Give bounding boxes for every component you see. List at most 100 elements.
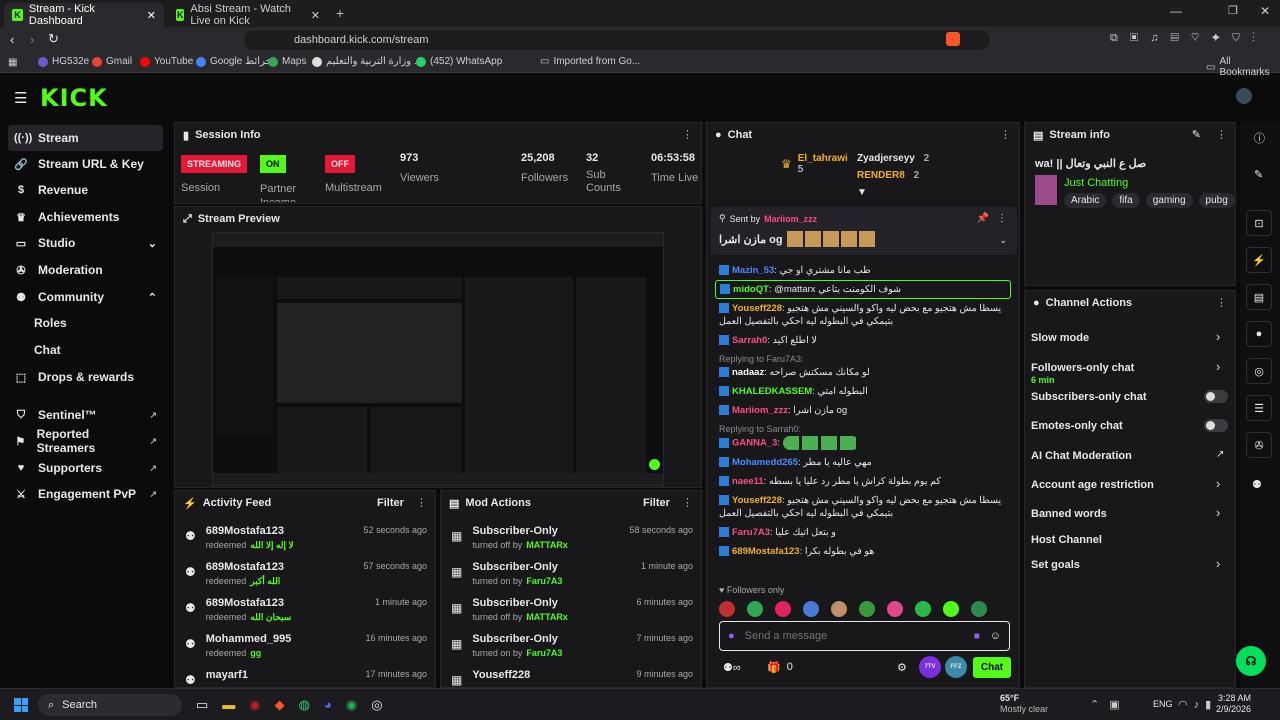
windows-start-icon[interactable] <box>14 698 28 712</box>
channel-action-account-age-restriction[interactable]: Account age restriction <box>1031 478 1221 498</box>
task-view-icon[interactable]: ▭ <box>196 697 208 713</box>
discord-icon[interactable]: ◕ <box>324 697 332 713</box>
7tv-button[interactable]: 7TV <box>919 656 941 678</box>
mod-user[interactable]: Faru7A3 <box>526 648 562 658</box>
weather-widget[interactable]: 65°F Mostly clear <box>982 693 1048 715</box>
sidebar-item-studio[interactable]: ▭ Studio ⌄ <box>8 230 163 256</box>
chat-username[interactable]: 689Mostafa123 <box>732 546 800 557</box>
settings-icon[interactable]: ⚙ <box>897 661 907 674</box>
chat-message[interactable]: midoQT: @mattarx شوف الكومنت بتاعي <box>715 280 1011 299</box>
info-icon[interactable]: ⓘ <box>1254 130 1265 146</box>
chat-username[interactable]: Youseff228 <box>732 495 782 506</box>
emote-icon[interactable] <box>719 601 735 617</box>
emoji-icon[interactable]: ☺ <box>990 630 1001 642</box>
activity-row[interactable]: ⚉ 689Mostafa123 redeemed الله أكبر 57 second… <box>175 555 435 591</box>
sidebar-item-stream[interactable]: ((·)) Stream <box>8 125 163 151</box>
activity-user[interactable]: 689Mostafa123 <box>206 525 294 537</box>
more-options-icon[interactable]: ⋮ <box>1000 128 1011 141</box>
mod-user[interactable]: MATTARx <box>526 540 568 550</box>
chat-message-input[interactable] <box>744 630 964 642</box>
menu-icon[interactable]: ☰ <box>14 89 27 107</box>
channel-action-subscribers-only-chat[interactable]: Subscribers-only chat <box>1031 390 1221 410</box>
activity-row[interactable]: ⚉ mayarf1 17 minutes ago <box>175 663 435 687</box>
chat-gift-counter[interactable]: 🎁 0 <box>767 661 793 674</box>
tab-absi-stream[interactable]: K Absi Stream - Watch Live on Kick ✕ <box>168 3 328 27</box>
kick-logo[interactable]: KICK <box>40 84 108 112</box>
chat-username[interactable]: naee11 <box>732 476 764 487</box>
brave-icon[interactable]: ◆ <box>275 697 285 713</box>
activity-user[interactable]: 689Mostafa123 <box>206 597 292 609</box>
stream-preview-video[interactable] <box>212 232 664 486</box>
sidebar-item-stream-url-key[interactable]: 🔗 Stream URL & Key <box>8 151 163 177</box>
sidebar-item-roles[interactable]: Roles <box>8 310 163 336</box>
bookmark-item[interactable]: ▭ Imported from Go... <box>540 56 640 67</box>
system-tray-icons[interactable]: ⌃▣ <box>1090 698 1130 711</box>
channel-action-set-goals[interactable]: Set goals <box>1031 558 1221 578</box>
bookmark-item[interactable]: Maps <box>268 56 306 67</box>
chat-message[interactable]: Mohamedd265: مهي عاليه يا مطر <box>707 453 1019 472</box>
chat-username[interactable]: nadaaz <box>732 367 764 378</box>
whatsapp-icon[interactable]: ◍ <box>299 697 310 713</box>
tag[interactable]: pubg <box>1198 193 1235 208</box>
pinned-message[interactable]: ⚲ Sent by Mariiom_zzz مازن اشرا og 📌 ⋮ ⌄ <box>711 207 1017 255</box>
chat-username[interactable]: Mariiom_zzz <box>732 405 788 416</box>
extension-icon[interactable]: ■ <box>974 631 980 642</box>
chat-username[interactable]: Sarrah0 <box>732 335 767 346</box>
channel-action-slow-mode[interactable]: Slow mode <box>1031 331 1221 351</box>
chat-message[interactable]: Replying to Faru7A3: nadaaz: لو مكانك مسك… <box>707 350 1019 382</box>
emote-icon[interactable] <box>831 601 847 617</box>
extensions-icons[interactable]: ⧉▣♫▤♡✦⛉⋮ <box>1110 32 1267 45</box>
sidebar-item-engagement-pvp[interactable]: ⚔ Engagement PvP ↗ <box>8 481 163 507</box>
chat-username[interactable]: Faru7A3 <box>732 527 770 538</box>
bookmark-item[interactable]: YouTube <box>140 56 193 67</box>
activity-row[interactable]: ⚉ Mohammed_995 redeemed gg 16 minutes ago <box>175 627 435 663</box>
chat-message[interactable]: Mariiom_zzz: مازن اشرا og <box>707 401 1019 420</box>
chat-username[interactable]: Mohamedd265 <box>732 457 798 468</box>
all-bookmarks[interactable]: ▭ All Bookmarks <box>1206 56 1280 78</box>
activity-user[interactable]: 689Mostafa123 <box>206 561 284 573</box>
more-options-icon[interactable]: ⋮ <box>1216 296 1227 309</box>
chevron-right-icon[interactable]: › <box>1216 556 1220 571</box>
emote-icon[interactable] <box>803 601 819 617</box>
sidebar-item-achievements[interactable]: ♛ Achievements <box>8 204 163 230</box>
send-chat-button[interactable]: Chat <box>973 657 1011 678</box>
tag[interactable]: fifa <box>1112 193 1140 208</box>
sidebar-item-sentinel[interactable]: ⛉ Sentinel™ ↗ <box>8 402 163 428</box>
toggle-switch[interactable] <box>1204 390 1228 403</box>
chevron-down-icon[interactable]: ⌄ <box>148 237 157 250</box>
activity-row[interactable]: ⚉ 689Mostafa123 redeemed لا إله إلا الله 52 … <box>175 519 435 555</box>
chevron-right-icon[interactable]: › <box>1216 505 1220 520</box>
bookmark-item[interactable]: وزارة التربية والتعليم ... <box>312 56 422 67</box>
chat-username[interactable]: KHALEDKASSEM <box>732 386 812 397</box>
more-options-icon[interactable]: ⋮ <box>1216 128 1227 141</box>
brave-shield-icon[interactable] <box>946 32 960 46</box>
bookmark-item[interactable]: (452) WhatsApp <box>416 56 502 67</box>
top-gifter-first[interactable]: ♛ El_tahrawi 5 <box>781 153 848 175</box>
notes-icon[interactable]: ▤ <box>1246 284 1272 310</box>
emote-icon[interactable] <box>943 601 959 617</box>
mod-action-row[interactable]: ▦ Subscriber-Only turned off by MATTARx 6 mi… <box>441 591 701 627</box>
chevron-right-icon[interactable]: › <box>1216 359 1220 374</box>
top-gifter-second[interactable]: Zyadjerseyy 2 <box>857 153 929 164</box>
mod-action-row[interactable]: ▦ Youseff228 9 minutes ago <box>441 663 701 687</box>
channel-action-followers-only-chat[interactable]: Followers-only chat 6 min <box>1031 361 1221 385</box>
sidebar-item-moderation[interactable]: ✇ Moderation <box>8 257 163 283</box>
activity-user[interactable]: mayarf1 <box>206 669 248 681</box>
emote-icon[interactable] <box>775 601 791 617</box>
close-tab-icon[interactable]: ✕ <box>311 9 320 22</box>
more-options-icon[interactable]: ⋮ <box>416 496 427 509</box>
chat-message[interactable]: Mazin_53: طب مانا مشتري او جي <box>707 261 1019 280</box>
emote-icon[interactable] <box>887 601 903 617</box>
tab-kick-dashboard[interactable]: K Stream - Kick Dashboard ✕ <box>4 3 164 27</box>
microphone-icon[interactable]: ● <box>728 630 735 642</box>
chat-message[interactable]: Faru7A3: و بتعل اتيك عليا <box>707 523 1019 542</box>
sidebar-item-community[interactable]: ⚉ Community ⌃ <box>8 284 163 310</box>
mod-user[interactable]: MATTARx <box>526 612 568 622</box>
chat-username[interactable]: Youseff228 <box>732 303 782 314</box>
sidebar-item-drops-rewards[interactable]: ⬚ Drops & rewards <box>8 364 163 390</box>
chat-message[interactable]: Youseff228: يسطا مش هتجيو مع بحض ليه واك… <box>707 299 1019 331</box>
sidebar-item-revenue[interactable]: $ Revenue <box>8 177 163 203</box>
activity-user[interactable]: Mohammed_995 <box>206 633 292 645</box>
avatar[interactable] <box>1236 88 1252 104</box>
chat-username[interactable]: midoQT <box>733 284 769 295</box>
